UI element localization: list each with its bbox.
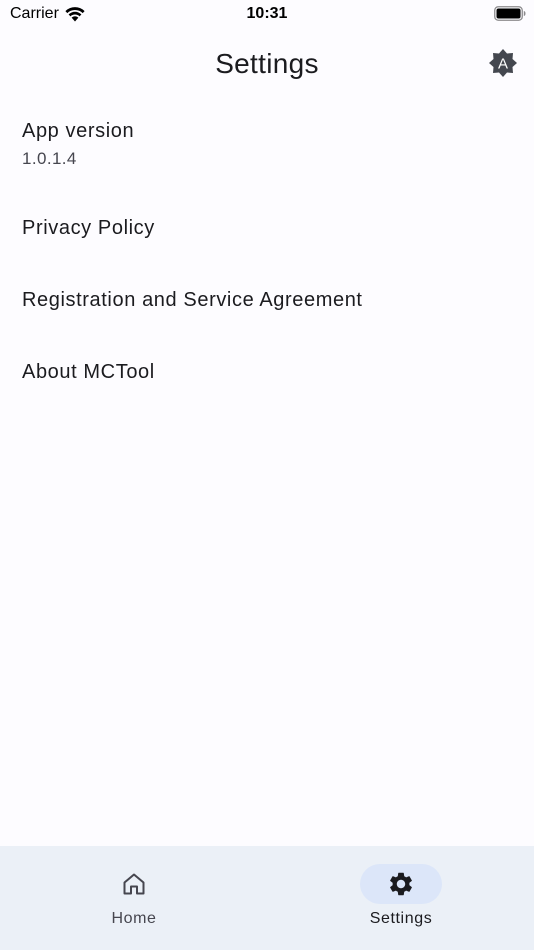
settings-screen: Carrier 10:31 Settings A App version 1.0… — [0, 0, 534, 950]
privacy-policy-item[interactable]: Privacy Policy — [0, 192, 534, 264]
nav-indicator-home — [93, 864, 175, 904]
bottom-navigation: Home Settings — [0, 846, 534, 950]
status-time: 10:31 — [246, 5, 288, 22]
auto-brightness-icon: A — [489, 49, 517, 77]
nav-item-settings[interactable]: Settings — [301, 864, 501, 934]
theme-toggle-button[interactable]: A — [486, 46, 520, 80]
status-bar: Carrier 10:31 — [0, 0, 534, 28]
service-agreement-title: Registration and Service Agreement — [22, 288, 363, 311]
nav-label-home: Home — [111, 910, 157, 927]
page-title: Settings — [215, 48, 319, 79]
battery-full-icon — [494, 6, 526, 21]
app-version-item[interactable]: App version 1.0.1.4 — [0, 96, 534, 192]
nav-indicator-settings — [360, 864, 442, 904]
about-item[interactable]: About MCTool — [0, 336, 534, 408]
privacy-policy-title: Privacy Policy — [22, 216, 155, 239]
app-version-title: App version — [22, 120, 135, 142]
app-version-value: 1.0.1.4 — [22, 149, 77, 168]
nav-item-home[interactable]: Home — [34, 864, 234, 934]
settings-list: App version 1.0.1.4 Privacy Policy Regis… — [0, 96, 534, 408]
nav-label-settings: Settings — [369, 910, 433, 927]
home-icon — [123, 873, 145, 895]
about-title: About MCTool — [22, 360, 155, 383]
gear-icon — [390, 872, 412, 896]
theme-icon-letter: A — [498, 56, 508, 73]
app-bar: Settings A — [0, 36, 534, 92]
service-agreement-item[interactable]: Registration and Service Agreement — [0, 264, 534, 336]
